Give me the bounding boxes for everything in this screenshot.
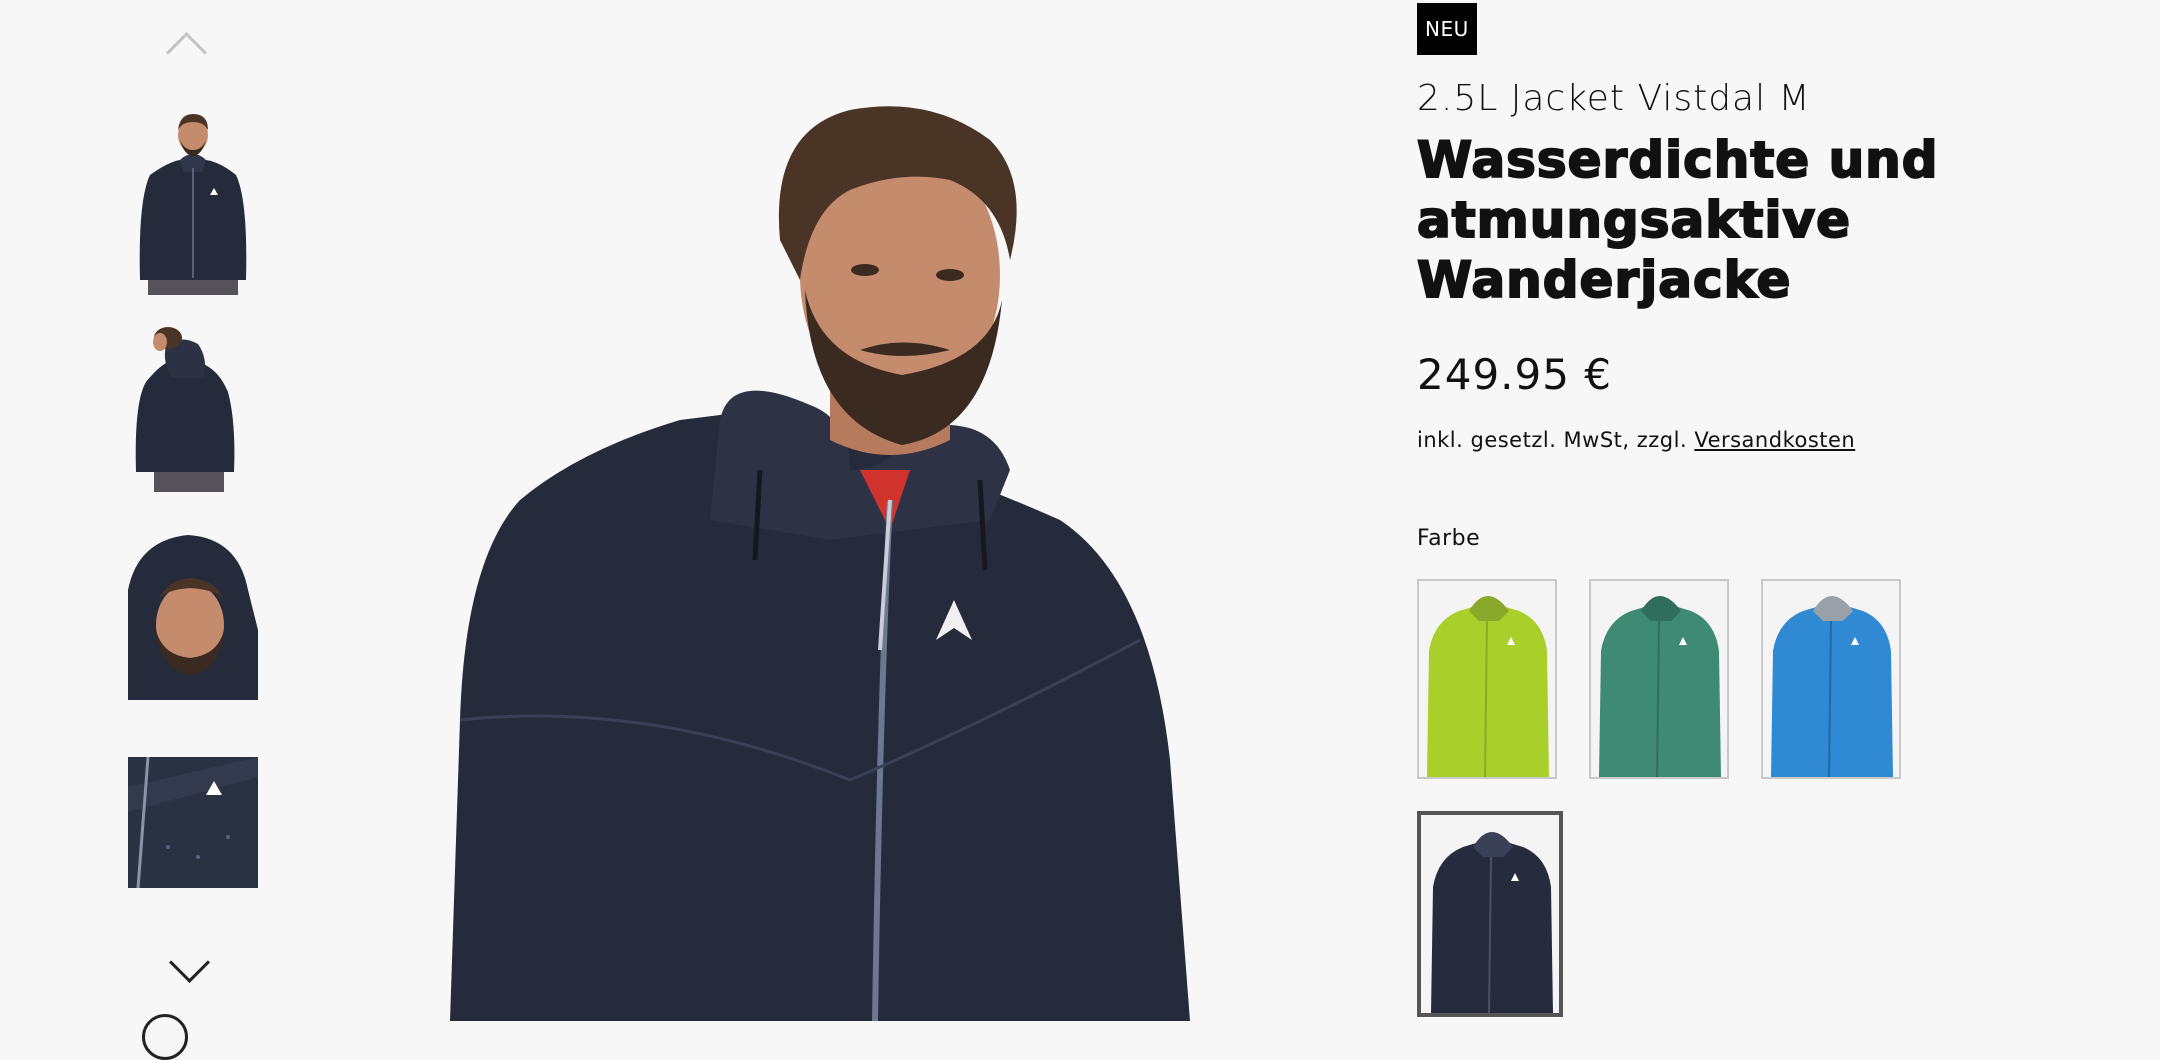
product-model-name: 2.5L Jacket Vistdal M — [1417, 78, 1811, 119]
product-price: 249.95 € — [1417, 350, 1613, 399]
thumbnail-front[interactable] — [128, 100, 258, 295]
product-title: Wasserdichte und atmungsaktive Wanderjac… — [1416, 130, 1939, 310]
new-badge: NEU — [1417, 3, 1477, 55]
color-swatch-blue[interactable] — [1761, 579, 1901, 779]
chevron-up-icon[interactable] — [165, 31, 208, 74]
thumbnail-back[interactable] — [128, 322, 258, 492]
color-swatch-navy[interactable] — [1417, 811, 1563, 1017]
tax-note-text: inkl. gesetzl. MwSt, zzgl. — [1417, 428, 1688, 452]
thumbnail-hood[interactable] — [128, 530, 258, 700]
tax-note: inkl. gesetzl. MwSt, zzgl. Versandkosten — [1417, 428, 1855, 452]
product-info: NEU 2.5L Jacket Vistdal M Wasserdichte u… — [1416, 0, 2117, 1021]
color-swatch-lime[interactable] — [1417, 579, 1557, 779]
chevron-down-icon[interactable] — [168, 941, 211, 984]
main-product-image[interactable] — [290, 0, 1340, 1021]
thumbnail-gallery — [120, 0, 265, 1060]
shipping-costs-link[interactable]: Versandkosten — [1694, 428, 1855, 452]
thumbnail-detail[interactable] — [128, 757, 258, 888]
color-swatch-green[interactable] — [1589, 579, 1729, 779]
color-label: Farbe — [1417, 526, 1481, 551]
